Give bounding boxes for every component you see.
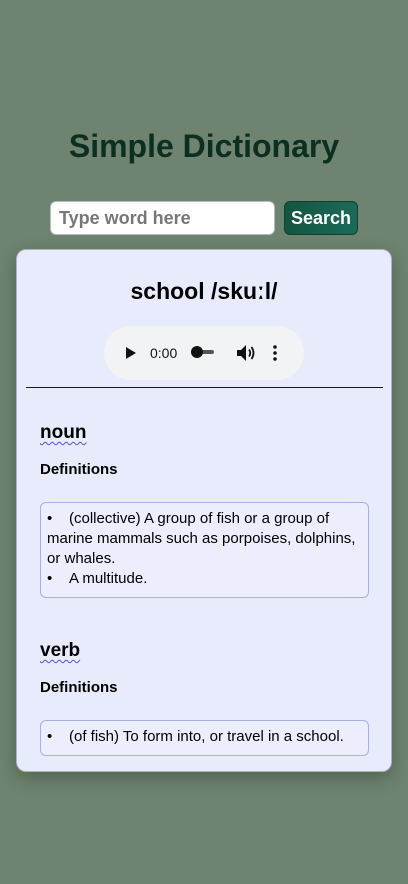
- audio-time: 0:00: [150, 345, 178, 361]
- definitions-label: Definitions: [40, 679, 118, 696]
- part-of-speech-noun: noun: [40, 422, 87, 443]
- definition-card: school /skuːl/ 0:00 noun Definitions •(c…: [16, 249, 392, 772]
- audio-progress-bar[interactable]: [191, 346, 214, 358]
- definitions-list-noun: • (collective) A group of fish or a group…: [40, 502, 369, 598]
- search-button[interactable]: Search: [284, 201, 358, 235]
- pronunciation-audio-player[interactable]: 0:00: [104, 326, 304, 380]
- app-title: Simple Dictionary: [68, 128, 340, 164]
- audio-progress-thumb[interactable]: [191, 346, 203, 358]
- definitions-list-verb: • (of fish) To form into, or travel in a …: [40, 720, 369, 756]
- definitions-label: Definitions: [40, 461, 118, 478]
- search-input[interactable]: [50, 201, 275, 235]
- definition-item: • A multitude.: [47, 570, 148, 587]
- more-vertical-icon[interactable]: [272, 343, 278, 363]
- divider: [26, 387, 383, 388]
- volume-icon[interactable]: [236, 344, 256, 362]
- definition-item: • (collective) A group of fish or a group…: [47, 510, 356, 567]
- definition-item: • (of fish) To form into, or travel in a …: [47, 728, 344, 745]
- search-bar: Search: [50, 201, 360, 237]
- word-heading: school /skuːl/: [130, 278, 278, 304]
- play-icon[interactable]: [126, 347, 136, 359]
- part-of-speech-verb: verb: [40, 640, 81, 661]
